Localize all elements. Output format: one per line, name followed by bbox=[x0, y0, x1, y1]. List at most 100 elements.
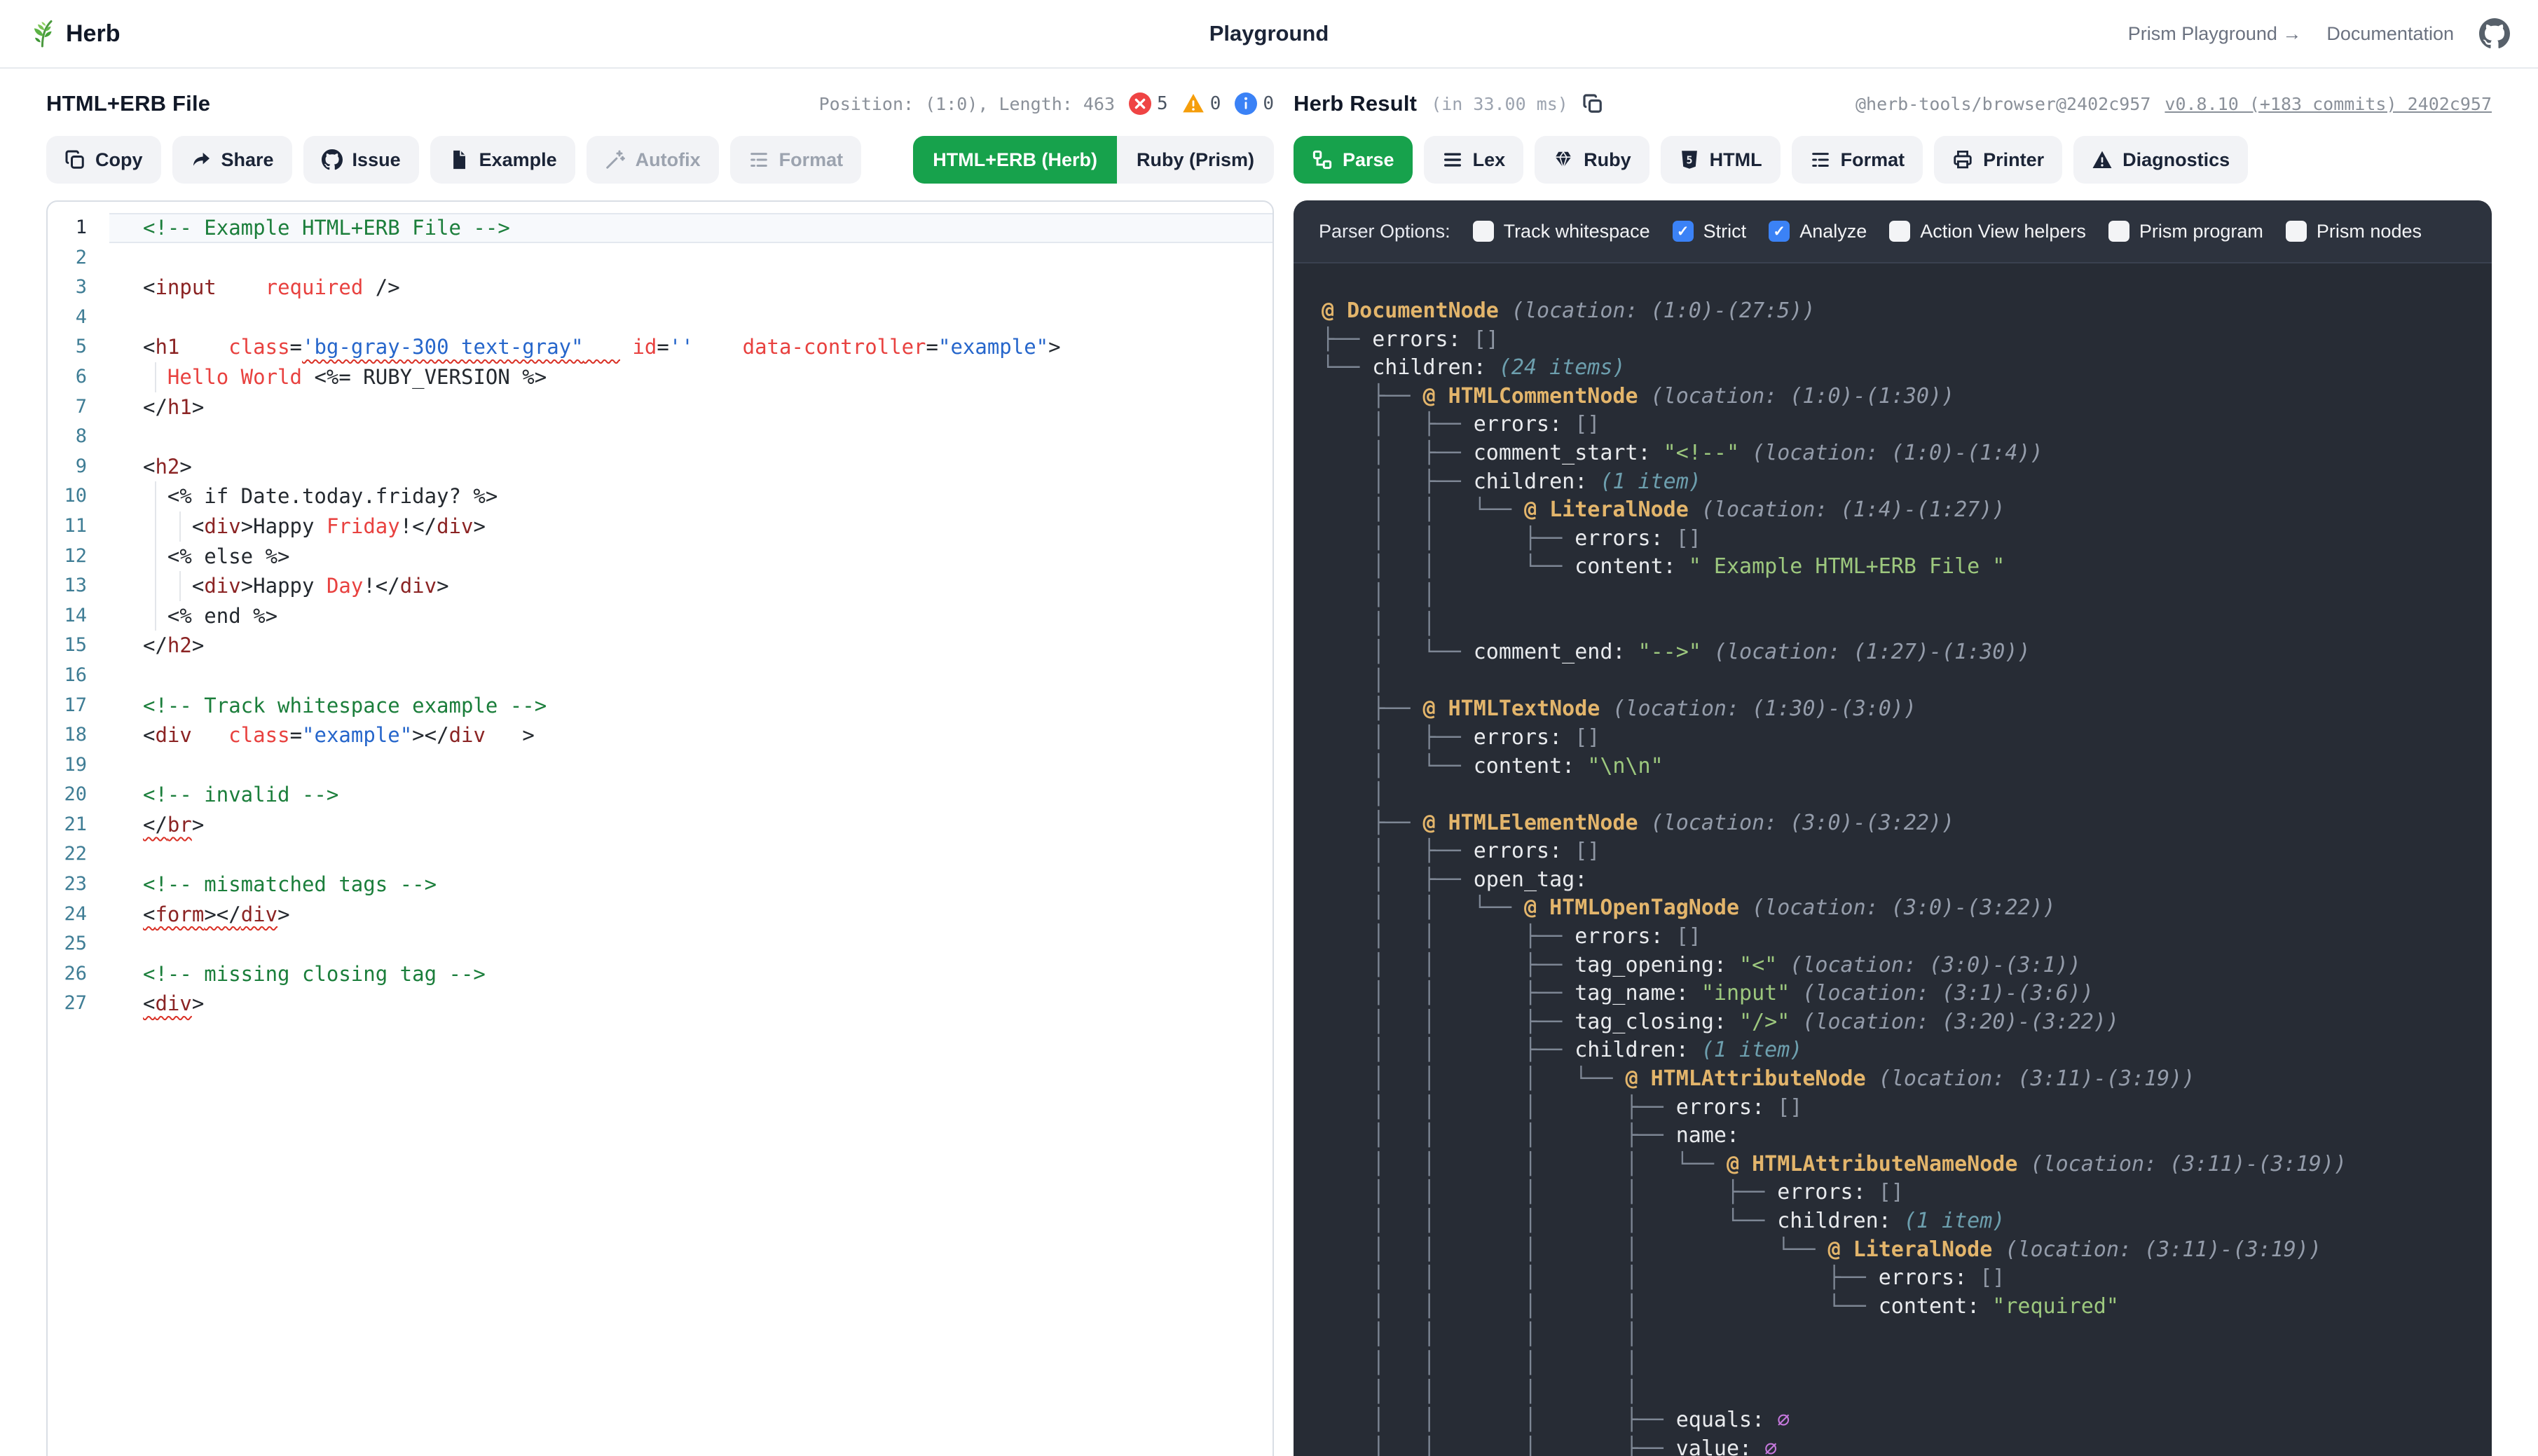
share-button[interactable]: Share bbox=[172, 136, 292, 184]
code-line[interactable]: 24<form></div> bbox=[48, 900, 1273, 930]
issue-button[interactable]: Issue bbox=[303, 136, 419, 184]
svg-text:5: 5 bbox=[1686, 153, 1692, 166]
ast-line: │ │ │ │ bbox=[1322, 1378, 2464, 1407]
code-line[interactable]: 8 bbox=[48, 422, 1273, 452]
nav-prism-playground[interactable]: Prism Playground → bbox=[2128, 23, 2302, 45]
line-number: 24 bbox=[48, 900, 109, 930]
ast-line: │ │ └── @ LiteralNode (location: (1:4)-(… bbox=[1322, 496, 2464, 525]
line-number: 12 bbox=[48, 542, 109, 572]
parser-option-strict[interactable]: ✓Strict bbox=[1673, 221, 1747, 242]
code-line[interactable]: 9<h2> bbox=[48, 452, 1273, 482]
code-line[interactable]: 12 <% else %> bbox=[48, 542, 1273, 572]
format-button[interactable]: Format bbox=[730, 136, 862, 184]
result-panel: Parser Options: Track whitespace✓Strict✓… bbox=[1294, 200, 2492, 1456]
ast-line: │ │ │ │ bbox=[1322, 1349, 2464, 1378]
checkbox-icon[interactable] bbox=[1889, 221, 1910, 242]
build-id: @herb-tools/browser@2402c957 bbox=[1856, 94, 2151, 114]
code-lines: 1<!-- Example HTML+ERB File -->23<input … bbox=[48, 213, 1273, 1019]
diagnostics-button[interactable]: Diagnostics bbox=[2073, 136, 2248, 184]
ast-line: │ │ │ ├── errors: [] bbox=[1322, 1094, 2464, 1122]
autofix-button[interactable]: Autofix bbox=[587, 136, 719, 184]
nav-documentation[interactable]: Documentation bbox=[2326, 23, 2454, 45]
printer-button[interactable]: Printer bbox=[1934, 136, 2062, 184]
herb-playground: Herb Playground Prism Playground → Docum… bbox=[0, 0, 2538, 1456]
header-nav: Prism Playground → Documentation bbox=[2128, 18, 2538, 49]
code-line[interactable]: 26<!-- missing closing tag --> bbox=[48, 959, 1273, 989]
ast-line: ├── @ HTMLCommentNode (location: (1:0)-(… bbox=[1322, 383, 2464, 411]
tab-html-erb-herb[interactable]: HTML+ERB (Herb) bbox=[913, 136, 1117, 184]
result-column: Herb Result (in 33.00 ms) @herb-tools/br… bbox=[1294, 69, 2492, 1456]
tab-ruby-prism[interactable]: Ruby (Prism) bbox=[1117, 136, 1274, 184]
code-line[interactable]: 13 <div>Happy Day!</div> bbox=[48, 571, 1273, 601]
position-status: Position: (1:0), Length: 463 5 0 0 bbox=[819, 92, 1274, 115]
parser-option-prism-program[interactable]: Prism program bbox=[2108, 221, 2263, 242]
code-line[interactable]: 23<!-- mismatched tags --> bbox=[48, 870, 1273, 900]
ast-line: │ ├── errors: [] bbox=[1322, 837, 2464, 866]
parser-option-track-whitespace[interactable]: Track whitespace bbox=[1473, 221, 1650, 242]
code-line[interactable]: 16 bbox=[48, 661, 1273, 691]
checkbox-icon[interactable] bbox=[1473, 221, 1494, 242]
line-number: 23 bbox=[48, 870, 109, 900]
parser-option-action-view-helpers[interactable]: Action View helpers bbox=[1889, 221, 2086, 242]
checkbox-icon[interactable] bbox=[2286, 221, 2307, 242]
parser-option-prism-nodes[interactable]: Prism nodes bbox=[2286, 221, 2422, 242]
code-line[interactable]: 25 bbox=[48, 929, 1273, 959]
copy-result-icon[interactable] bbox=[1582, 93, 1603, 114]
parse-button[interactable]: Parse bbox=[1294, 136, 1413, 184]
code-line[interactable]: 5<h1 class='bg-gray-300 text-gray" id=''… bbox=[48, 332, 1273, 362]
format-list-icon bbox=[748, 149, 769, 170]
copy-button[interactable]: Copy bbox=[46, 136, 161, 184]
code-line[interactable]: 19 bbox=[48, 750, 1273, 781]
ast-line: │ │ │ │ └── children: (1 item) bbox=[1322, 1207, 2464, 1236]
warning-count: 0 bbox=[1210, 93, 1221, 114]
code-line[interactable]: 1<!-- Example HTML+ERB File --> bbox=[48, 213, 1273, 243]
code-line[interactable]: 15</h2> bbox=[48, 631, 1273, 661]
code-line[interactable]: 11 <div>Happy Friday!</div> bbox=[48, 511, 1273, 542]
checkbox-icon[interactable] bbox=[2108, 221, 2129, 242]
code-line[interactable]: 4 bbox=[48, 303, 1273, 333]
line-number: 20 bbox=[48, 780, 109, 810]
code-line[interactable]: 6 Hello World <%= RUBY_VERSION %> bbox=[48, 362, 1273, 392]
parser-option-label: Prism program bbox=[2139, 221, 2263, 242]
copy-icon bbox=[64, 149, 85, 170]
code-line[interactable]: 7</h1> bbox=[48, 392, 1273, 423]
ast-line: │ │ │ │ ├── errors: [] bbox=[1322, 1179, 2464, 1207]
build-info: @herb-tools/browser@2402c957 v0.8.10 (+1… bbox=[1856, 94, 2492, 114]
ast-line: │ │ │ │ └── content: "required" bbox=[1322, 1293, 2464, 1321]
code-editor[interactable]: 1<!-- Example HTML+ERB File -->23<input … bbox=[46, 200, 1274, 1456]
warning-badge-icon bbox=[1182, 92, 1205, 115]
code-line[interactable]: 18<div class="example"></div > bbox=[48, 720, 1273, 750]
ast-line: │ │ │ │ ├── errors: [] bbox=[1322, 1264, 2464, 1293]
checkbox-checked-icon[interactable]: ✓ bbox=[1769, 221, 1790, 242]
code-line[interactable]: 3<input required /> bbox=[48, 273, 1273, 303]
error-badge-icon bbox=[1129, 92, 1151, 115]
example-button[interactable]: Example bbox=[430, 136, 575, 184]
code-line[interactable]: 17<!-- Track whitespace example --> bbox=[48, 691, 1273, 721]
ast-line: │ │ ├── children: (1 item) bbox=[1322, 1036, 2464, 1065]
code-line[interactable]: 20<!-- invalid --> bbox=[48, 780, 1273, 810]
code-line[interactable]: 14 <% end %> bbox=[48, 601, 1273, 631]
lex-button[interactable]: Lex bbox=[1424, 136, 1524, 184]
html-button[interactable]: 5 HTML bbox=[1661, 136, 1781, 184]
code-line[interactable]: 2 bbox=[48, 243, 1273, 273]
ast-line: │ ├── open_tag: bbox=[1322, 866, 2464, 895]
code-line[interactable]: 21</br> bbox=[48, 810, 1273, 840]
result-format-button[interactable]: Format bbox=[1792, 136, 1923, 184]
line-number: 2 bbox=[48, 243, 109, 273]
parser-options-bar: Parser Options: Track whitespace✓Strict✓… bbox=[1294, 200, 2492, 263]
github-icon[interactable] bbox=[2479, 18, 2510, 49]
ast-line: │ │ ├── tag_opening: "<" (location: (3:0… bbox=[1322, 952, 2464, 980]
line-number: 11 bbox=[48, 511, 109, 542]
code-line[interactable]: 27<div> bbox=[48, 989, 1273, 1019]
ruby-button[interactable]: Ruby bbox=[1535, 136, 1649, 184]
version-link[interactable]: v0.8.10 (+183 commits) 2402c957 bbox=[2165, 94, 2492, 114]
ast-line: │ └── comment_end: "-->" (location: (1:2… bbox=[1322, 638, 2464, 667]
parser-option-analyze[interactable]: ✓Analyze bbox=[1769, 221, 1867, 242]
herb-leaf-icon bbox=[28, 20, 56, 48]
code-line[interactable]: 22 bbox=[48, 839, 1273, 870]
checkbox-checked-icon[interactable]: ✓ bbox=[1673, 221, 1694, 242]
ast-line: │ │ │ │ └── @ LiteralNode (location: (3:… bbox=[1322, 1236, 2464, 1265]
code-line[interactable]: 10 <% if Date.today.friday? %> bbox=[48, 481, 1273, 511]
info-count: 0 bbox=[1263, 93, 1274, 114]
html5-shield-icon: 5 bbox=[1679, 149, 1700, 170]
